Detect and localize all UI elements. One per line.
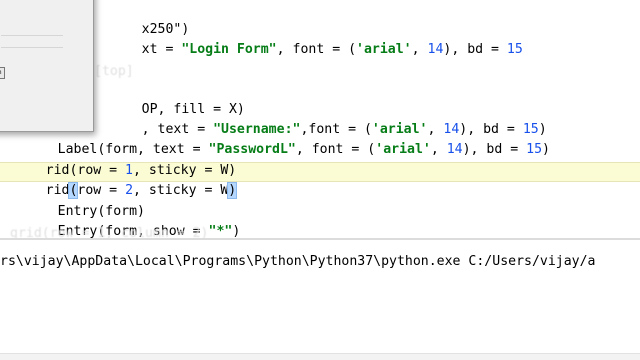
string-literal: "*" bbox=[208, 224, 233, 239]
code-fragment: , sticky = W bbox=[133, 183, 229, 198]
code-fragment: , bbox=[430, 142, 447, 157]
run-command-line: rs\vijay\AppData\Local\Programs\Python\P… bbox=[0, 254, 596, 269]
code-fragment: xt = bbox=[141, 42, 182, 57]
code-fragment: ) bbox=[542, 142, 550, 157]
pycharm-screen: x250") xt = "Login Form", font = ('arial… bbox=[0, 0, 640, 360]
code-line-1[interactable]: x250") bbox=[94, 0, 190, 37]
number-literal: 14 bbox=[446, 142, 463, 157]
code-line-7[interactable]: rid(row = 2, sticky = W) bbox=[0, 161, 238, 199]
code-fragment: , bbox=[411, 42, 428, 57]
code-fragment: ), bd = bbox=[462, 142, 527, 157]
code-fragment: , font = ( bbox=[276, 42, 357, 57]
divider bbox=[1, 35, 63, 36]
code-fragment: , font = ( bbox=[295, 142, 376, 157]
number-literal: 14 bbox=[427, 42, 444, 57]
code-line-4[interactable]: , text = "Username:",font = ('arial', 14… bbox=[94, 100, 547, 137]
code-line-2[interactable]: xt = "Login Form", font = ('arial', 14),… bbox=[94, 20, 523, 57]
code-editor[interactable]: x250") xt = "Login Form", font = ('arial… bbox=[0, 0, 640, 241]
tk-login-window[interactable]: in bbox=[0, 0, 94, 132]
code-fragment: ), bd = bbox=[443, 42, 507, 57]
matching-paren-close: ) bbox=[227, 182, 238, 199]
string-literal: 'arial' bbox=[356, 42, 412, 57]
code-fragment: ) bbox=[232, 224, 241, 239]
run-console[interactable]: rs\vijay\AppData\Local\Programs\Python\P… bbox=[0, 240, 640, 360]
string-literal: "Login Form" bbox=[181, 42, 277, 57]
code-line-8[interactable]: Entry(form) bbox=[10, 182, 145, 219]
status-strip bbox=[0, 353, 640, 360]
string-literal: 'arial' bbox=[375, 142, 431, 157]
divider bbox=[1, 47, 63, 48]
code-line-9[interactable]: Entry(form, show = "*") bbox=[10, 202, 241, 239]
number-literal: 15 bbox=[526, 142, 543, 157]
code-line-3[interactable]: OP, fill = X) bbox=[94, 80, 245, 117]
code-line-6[interactable]: rid(row = 1, sticky = W) bbox=[0, 141, 237, 178]
faded-ghost-line: [top] bbox=[94, 64, 134, 79]
number-literal: 15 bbox=[506, 42, 523, 57]
login-button[interactable]: in bbox=[0, 67, 5, 79]
